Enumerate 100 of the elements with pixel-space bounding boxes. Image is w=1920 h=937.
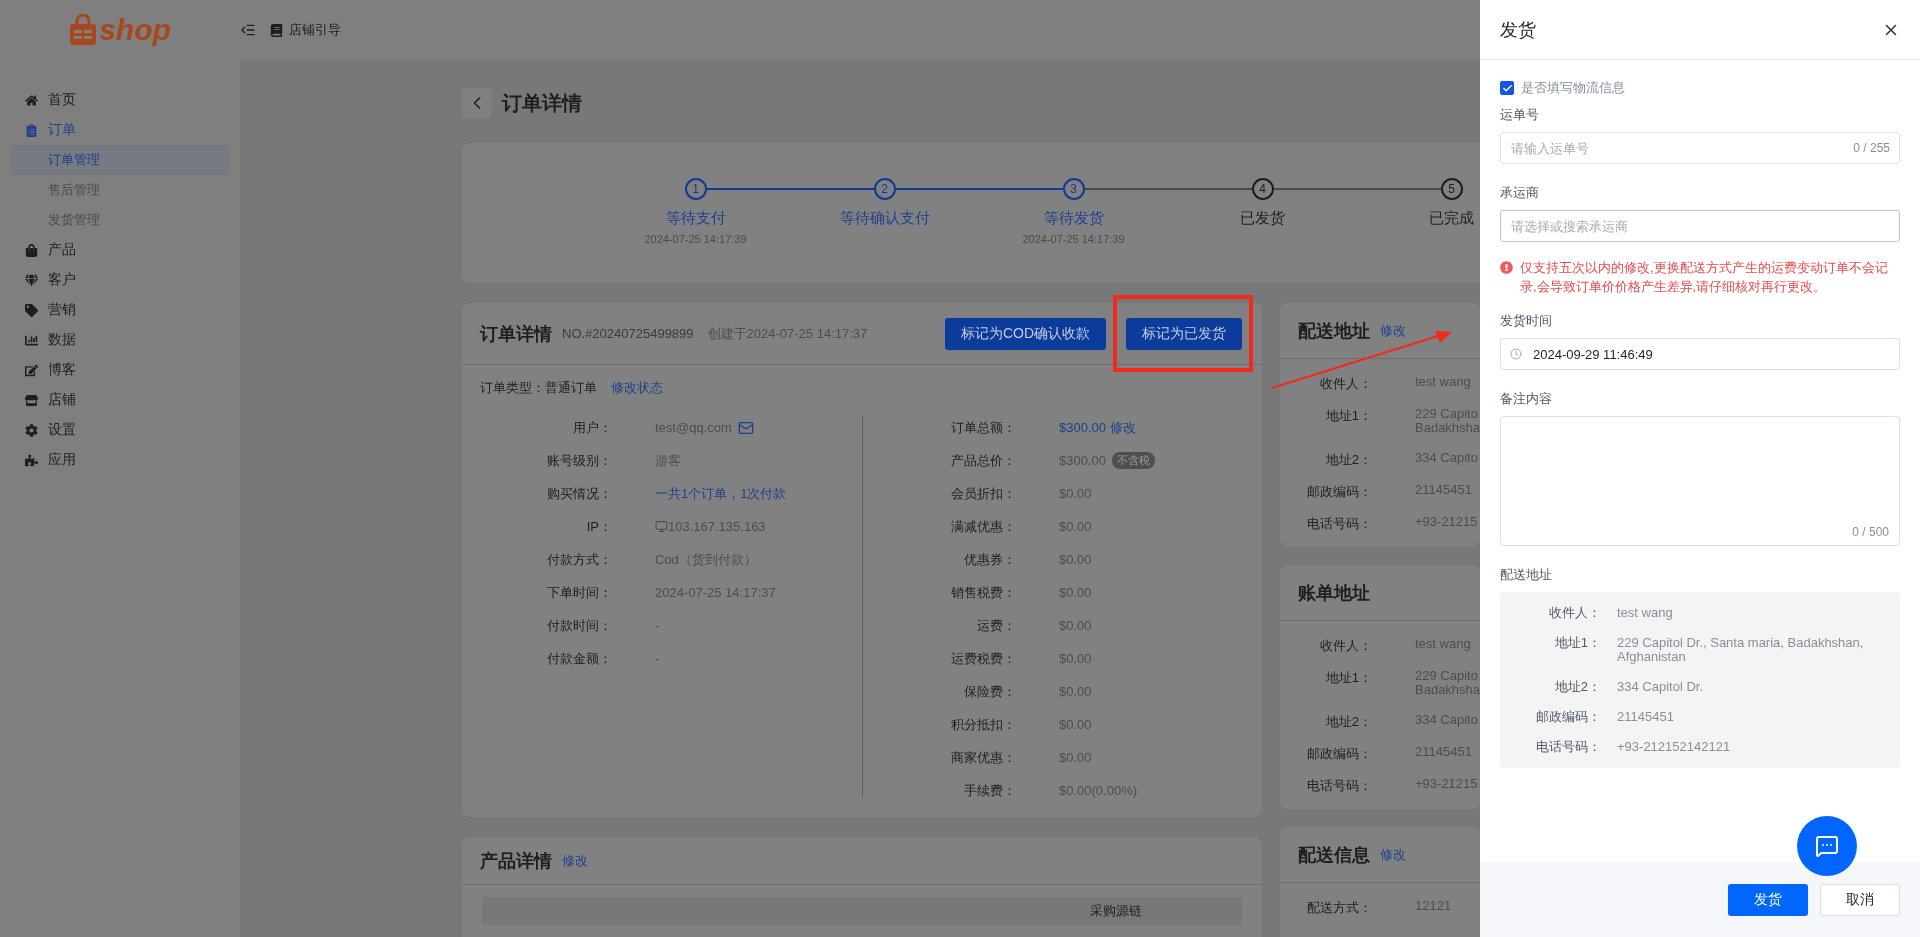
- field-label: 购买情况：: [546, 484, 612, 503]
- checkbox-label: 是否填写物流信息: [1521, 79, 1625, 97]
- step-number: 5: [1440, 178, 1463, 200]
- cancel-button[interactable]: 取消: [1820, 883, 1900, 916]
- field-label: 电话号码：: [1306, 515, 1372, 533]
- ship-button[interactable]: 发货: [1728, 883, 1808, 916]
- menu-icon[interactable]: [240, 22, 256, 38]
- field-label: 保险费：: [963, 682, 1016, 701]
- nav-item[interactable]: 应用: [10, 445, 230, 475]
- field-label: 销售税费：: [950, 583, 1016, 602]
- book-icon: [270, 23, 283, 37]
- field-label: 积分抵扣：: [950, 715, 1016, 734]
- clipboard-icon: [25, 123, 38, 137]
- field-value: +93-212152142121: [1617, 740, 1732, 754]
- mark-paid-button[interactable]: 标记为COD确认收款: [944, 317, 1106, 350]
- field-label: 会员折扣：: [950, 484, 1016, 503]
- char-counter: 0 / 500: [1852, 525, 1889, 539]
- page-title: 订单详情: [502, 90, 582, 116]
- store-guide-link[interactable]: 店铺引导: [289, 21, 341, 39]
- field-label: 地址2：: [1553, 680, 1601, 694]
- carrier-field[interactable]: 请选择或搜索承运商: [1500, 210, 1900, 242]
- field-label: 配送方式：: [1306, 899, 1372, 917]
- value-text: -: [655, 618, 660, 633]
- step-label: 等待发货: [1043, 209, 1104, 228]
- field-value: 21145451: [1617, 710, 1675, 724]
- field-label: 电话号码：: [1535, 740, 1601, 754]
- edit-link[interactable]: 修改: [562, 851, 588, 870]
- home-icon: [25, 93, 38, 107]
- field-label: 运费：: [976, 616, 1016, 635]
- field-value: test wang: [1617, 606, 1674, 620]
- nav-item[interactable]: 设置: [10, 415, 230, 445]
- field-label: 付款金额：: [546, 649, 612, 668]
- field-label: 运费税费：: [950, 649, 1016, 668]
- field-label: 地址1：: [1553, 636, 1601, 650]
- field-label: 优惠券：: [963, 550, 1016, 569]
- field-label: 账号级别：: [546, 451, 612, 470]
- value-text: -: [655, 651, 660, 666]
- warning-text: 仅支持五次以内的修改,更换配送方式产生的运费变动订单不会记录,会导致订单价价格产生差异,请仔细核对再行更改。: [1520, 259, 1889, 296]
- nav-item[interactable]: 客户: [10, 265, 230, 295]
- edit-link[interactable]: 修改: [1380, 845, 1406, 864]
- char-counter: 0 / 255: [1853, 141, 1890, 155]
- step-number: 3: [1062, 178, 1085, 200]
- field-label: 邮政编码：: [1535, 710, 1601, 724]
- nav-item[interactable]: 营销: [10, 295, 230, 325]
- puzzle-icon: [25, 453, 38, 467]
- logo-text: shop: [99, 13, 171, 47]
- card-title: 账单地址: [1298, 581, 1370, 605]
- checkbox[interactable]: [1500, 81, 1514, 95]
- diamond-icon: [25, 273, 38, 287]
- card-title: 配送信息: [1298, 843, 1370, 867]
- field-label: 收件人：: [1319, 637, 1372, 655]
- field-label: 地址1：: [1324, 407, 1372, 425]
- mail-icon[interactable]: [737, 419, 754, 436]
- change-status-link[interactable]: 修改状态: [611, 379, 663, 397]
- step-label: 等待支付: [665, 209, 726, 228]
- nav-item[interactable]: 产品: [10, 235, 230, 265]
- field-label: 收件人：: [1548, 606, 1601, 620]
- field-value: 229 Capitol Dr., Santa maria, Badakhshan, Afghanistan: [1617, 636, 1865, 664]
- back-button[interactable]: [462, 88, 492, 118]
- field-label: 下单时间：: [546, 583, 612, 602]
- bar-chart-icon: [25, 333, 38, 347]
- drawer-title: 发货: [1500, 18, 1536, 42]
- mark-shipped-button[interactable]: 标记为已发货: [1126, 317, 1242, 350]
- ship-time-field[interactable]: 2024-09-29 11:46:49: [1500, 338, 1900, 370]
- field-label: 手续费：: [963, 781, 1016, 800]
- nav-item[interactable]: 首页: [10, 85, 230, 115]
- field-label: 发货时间: [1500, 312, 1553, 330]
- nav-item[interactable]: 数据: [10, 325, 230, 355]
- chat-bubble-icon: [1815, 834, 1839, 858]
- field-value: 334 Capitol Dr.: [1617, 680, 1704, 694]
- field-label: 地址2：: [1324, 713, 1372, 731]
- edit-icon: [25, 363, 38, 377]
- amount-text: $300.00: [1059, 420, 1106, 435]
- warning-icon: [1500, 258, 1513, 274]
- field-label: IP：: [585, 517, 612, 536]
- note-textarea[interactable]: 0 / 500: [1500, 416, 1900, 546]
- nav-item[interactable]: 店铺: [10, 385, 230, 415]
- field-label: 商家优惠：: [950, 748, 1016, 767]
- chat-button[interactable]: [1797, 816, 1857, 876]
- field-label: 收件人：: [1319, 375, 1372, 393]
- column-header: 采购源链: [1090, 902, 1142, 920]
- nav-item[interactable]: 订单: [10, 115, 230, 145]
- field-label: 地址2：: [1324, 451, 1372, 469]
- field-label: 地址1：: [1324, 669, 1372, 687]
- field-label: 邮政编码：: [1306, 483, 1372, 501]
- field-label: 配送地址: [1500, 566, 1553, 584]
- nav-subitem[interactable]: 订单管理: [10, 145, 230, 175]
- card-title: 配送地址: [1298, 319, 1370, 343]
- step-label: 等待确认支付: [839, 209, 930, 228]
- nav-item[interactable]: 博客: [10, 355, 230, 385]
- tax-badge: 不含税: [1112, 452, 1155, 469]
- field-label: 满减优惠：: [950, 517, 1016, 536]
- field-label: 邮政编码：: [1306, 745, 1372, 763]
- step-label: 已发货: [1240, 209, 1285, 228]
- edit-link[interactable]: 修改: [1380, 321, 1406, 340]
- card-title: 订单详情: [480, 322, 552, 346]
- field-label: 用户：: [572, 418, 612, 437]
- step-number: 1: [684, 178, 707, 200]
- card-title: 产品详情: [480, 849, 552, 873]
- edit-link[interactable]: 修改: [1110, 418, 1136, 437]
